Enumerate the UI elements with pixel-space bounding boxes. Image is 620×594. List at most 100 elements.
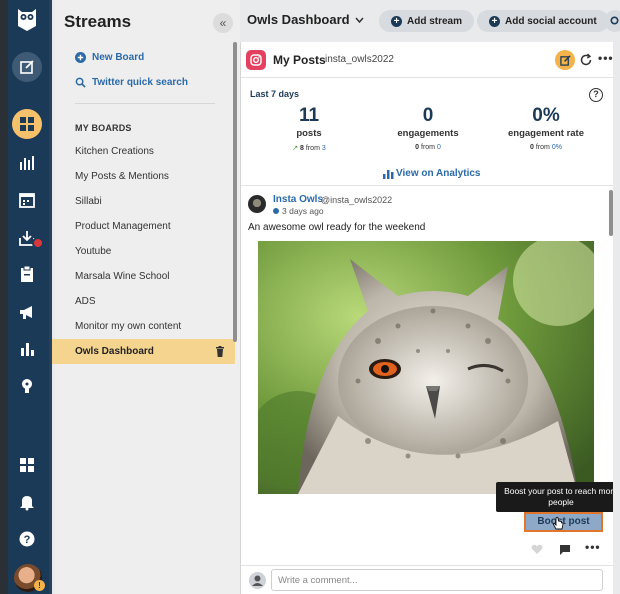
metric-value: 0% xyxy=(532,105,560,126)
metric-engagement-rate: 0% engagement rate 0 from 0% xyxy=(491,105,601,151)
owl-photo[interactable] xyxy=(258,241,594,494)
planner-nav-button[interactable] xyxy=(14,187,40,213)
metric-posts: 11 posts ↗ 8 from 3 xyxy=(254,105,364,152)
comment-icon[interactable] xyxy=(559,544,571,555)
add-social-account-button[interactable]: + Add social account xyxy=(477,10,609,32)
metric-from-text: from xyxy=(305,145,320,152)
metric-from-value: 0% xyxy=(551,144,562,151)
top-bar: Owls Dashboard + Add stream + Add social… xyxy=(240,0,620,40)
streams-sidebar: Streams « New Board Twitter quick search… xyxy=(52,0,240,594)
post-author-handle: @insta_owls2022 xyxy=(321,195,393,205)
twitter-quick-search-label: Twitter quick search xyxy=(92,77,188,88)
bell-icon xyxy=(20,496,34,511)
plus-circle-icon xyxy=(75,52,86,63)
post-author-avatar[interactable] xyxy=(248,195,266,213)
metric-delta: 8 xyxy=(300,145,304,152)
nav-rail: ? ! xyxy=(0,0,52,594)
user-avatar-icon xyxy=(249,572,266,589)
metric-label: posts xyxy=(296,128,322,139)
sidebar-divider xyxy=(75,103,215,104)
board-item[interactable]: Sillabi xyxy=(75,194,235,210)
metric-delta: 0 xyxy=(415,144,420,151)
streams-icon xyxy=(20,117,34,131)
metric-label: engagement rate xyxy=(507,128,585,139)
help-circle-icon: ? xyxy=(19,531,35,547)
stream-panel: My Posts insta_owls2022 ••• Last 7 days … xyxy=(240,42,620,594)
help-icon[interactable]: ? xyxy=(589,88,603,102)
ads-nav-button[interactable] xyxy=(14,299,40,325)
collapse-sidebar-button[interactable]: « xyxy=(213,13,233,33)
post-more-icon[interactable]: ••• xyxy=(585,540,601,554)
window-edge xyxy=(0,0,8,594)
insights-nav-button[interactable] xyxy=(14,373,40,399)
notifications-nav-button[interactable] xyxy=(14,489,40,515)
compose-to-stream-button[interactable] xyxy=(555,50,575,70)
help-nav-button[interactable]: ? xyxy=(14,526,40,552)
metric-change: ↗ 8 from 3 xyxy=(254,144,364,152)
new-board-label: New Board xyxy=(92,52,145,63)
comment-input[interactable] xyxy=(271,569,603,591)
my-boards-heading: MY BOARDS xyxy=(75,123,132,133)
post-author-name[interactable]: Insta Owls xyxy=(273,194,323,205)
board-item[interactable]: ADS xyxy=(75,294,235,310)
stream-header: My Posts insta_owls2022 ••• xyxy=(241,42,614,78)
search-icon xyxy=(610,16,619,25)
period-label: Last 7 days xyxy=(250,89,300,99)
sidebar-scrollbar[interactable] xyxy=(233,42,237,342)
stream-more-icon[interactable]: ••• xyxy=(598,51,614,65)
metric-change: 0 from 0 xyxy=(373,144,483,151)
metric-label: engagements xyxy=(397,128,459,139)
bar-chart-icon xyxy=(383,170,394,179)
avatar-warning-badge: ! xyxy=(34,580,45,591)
plus-icon: + xyxy=(391,15,402,27)
apps-icon xyxy=(20,458,34,472)
assignments-nav-button[interactable] xyxy=(14,261,40,287)
board-item[interactable]: Youtube xyxy=(75,244,235,260)
comment-bar xyxy=(241,565,614,594)
metric-from-text: from xyxy=(535,144,550,151)
board-item[interactable]: Monitor my own content xyxy=(75,319,235,335)
board-item-active[interactable]: Owls Dashboard xyxy=(52,339,235,364)
compose-icon xyxy=(20,60,34,74)
trend-up-icon: ↗ xyxy=(292,145,299,152)
add-stream-button[interactable]: + Add stream xyxy=(379,10,475,32)
bar-chart-icon xyxy=(21,343,34,356)
dashboard-title: Owls Dashboard xyxy=(247,12,350,27)
metric-from-value: 0 xyxy=(436,144,441,151)
apps-nav-button[interactable] xyxy=(14,452,40,478)
analytics-nav-button[interactable] xyxy=(14,150,40,176)
search-icon xyxy=(75,77,86,88)
post-actions: ••• xyxy=(531,540,611,557)
streams-nav-button[interactable] xyxy=(12,109,42,139)
search-button[interactable] xyxy=(605,10,620,32)
trash-icon[interactable] xyxy=(215,346,225,357)
metric-value: 11 xyxy=(298,105,320,126)
lightbulb-icon xyxy=(22,379,32,393)
clipboard-icon xyxy=(21,265,33,282)
board-item[interactable]: My Posts & Mentions xyxy=(75,169,235,185)
post-time-label: 3 days ago xyxy=(282,206,324,216)
compose-button[interactable] xyxy=(12,52,42,82)
sidebar-title: Streams xyxy=(64,12,132,31)
refresh-icon[interactable] xyxy=(579,53,593,67)
board-item[interactable]: Marsala Wine School xyxy=(75,269,235,285)
board-item[interactable]: Product Management xyxy=(75,219,235,235)
dashboard-selector[interactable]: Owls Dashboard xyxy=(247,12,364,27)
svg-text:?: ? xyxy=(24,534,31,546)
reports-nav-button[interactable] xyxy=(14,336,40,362)
stream-title: My Posts xyxy=(273,53,326,67)
owl-logo-icon[interactable] xyxy=(16,6,38,32)
metric-change: 0 from 0% xyxy=(491,144,601,151)
metric-engagements: 0 engagements 0 from 0 xyxy=(373,105,483,151)
active-board-label: Owls Dashboard xyxy=(75,346,154,357)
board-item[interactable]: Kitchen Creations xyxy=(75,144,235,160)
stream-handle: insta_owls2022 xyxy=(325,54,394,65)
view-on-analytics-link[interactable]: View on Analytics xyxy=(241,166,614,184)
megaphone-icon xyxy=(20,306,32,319)
heart-icon[interactable] xyxy=(531,544,543,555)
analytics-icon xyxy=(20,156,34,170)
twitter-quick-search-link[interactable]: Twitter quick search xyxy=(75,77,188,88)
new-board-link[interactable]: New Board xyxy=(75,52,144,63)
plus-icon: + xyxy=(489,15,500,27)
notification-dot xyxy=(32,237,44,249)
